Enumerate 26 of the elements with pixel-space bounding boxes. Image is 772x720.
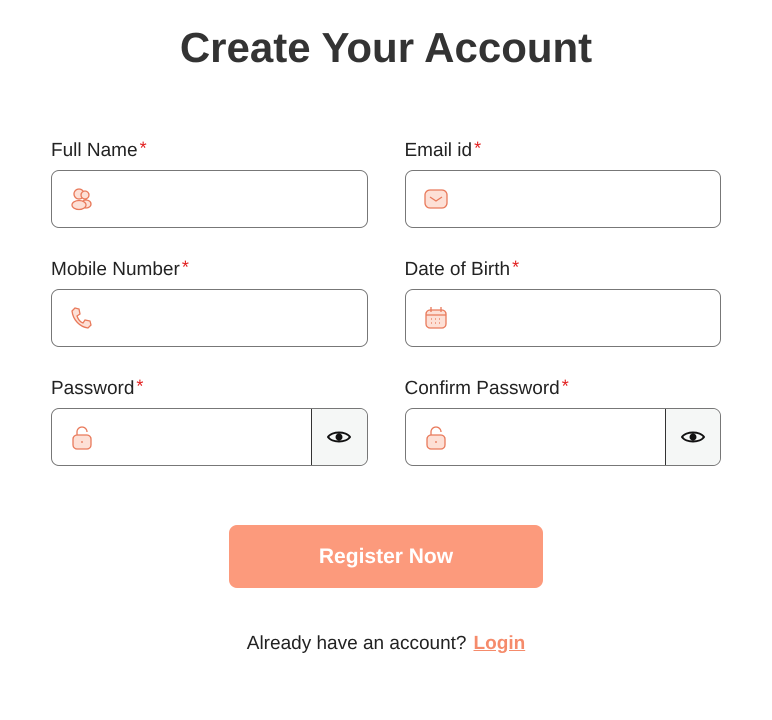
input-field[interactable]: [404, 170, 721, 228]
required-asterisk: *: [136, 378, 144, 394]
required-asterisk: *: [140, 140, 147, 156]
required-asterisk: *: [512, 259, 520, 275]
show-password-button[interactable]: [664, 409, 720, 465]
required-asterisk: *: [182, 259, 189, 275]
input-field[interactable]: [51, 289, 368, 347]
field-label: Date of Birth: [404, 259, 510, 281]
input-field[interactable]: [51, 408, 368, 466]
required-asterisk: *: [474, 140, 482, 156]
field-label: Password: [51, 378, 134, 400]
field-label: Confirm Password: [404, 378, 560, 400]
field-label: Mobile Number: [51, 259, 180, 281]
field-label: Email id: [404, 140, 472, 162]
required-asterisk: *: [562, 378, 569, 394]
input-field[interactable]: [51, 170, 368, 228]
login-link[interactable]: Login: [474, 630, 526, 658]
input-field[interactable]: [404, 408, 721, 466]
login-prompt: Already have an account?: [246, 632, 466, 656]
field-label: Full Name: [51, 140, 138, 162]
page-title: Create Your Account: [180, 23, 592, 73]
input-field[interactable]: [404, 289, 721, 347]
eye-icon: [680, 430, 705, 444]
register-button[interactable]: Register Now: [229, 525, 543, 588]
show-password-button[interactable]: [311, 409, 366, 465]
eye-icon: [327, 430, 352, 444]
